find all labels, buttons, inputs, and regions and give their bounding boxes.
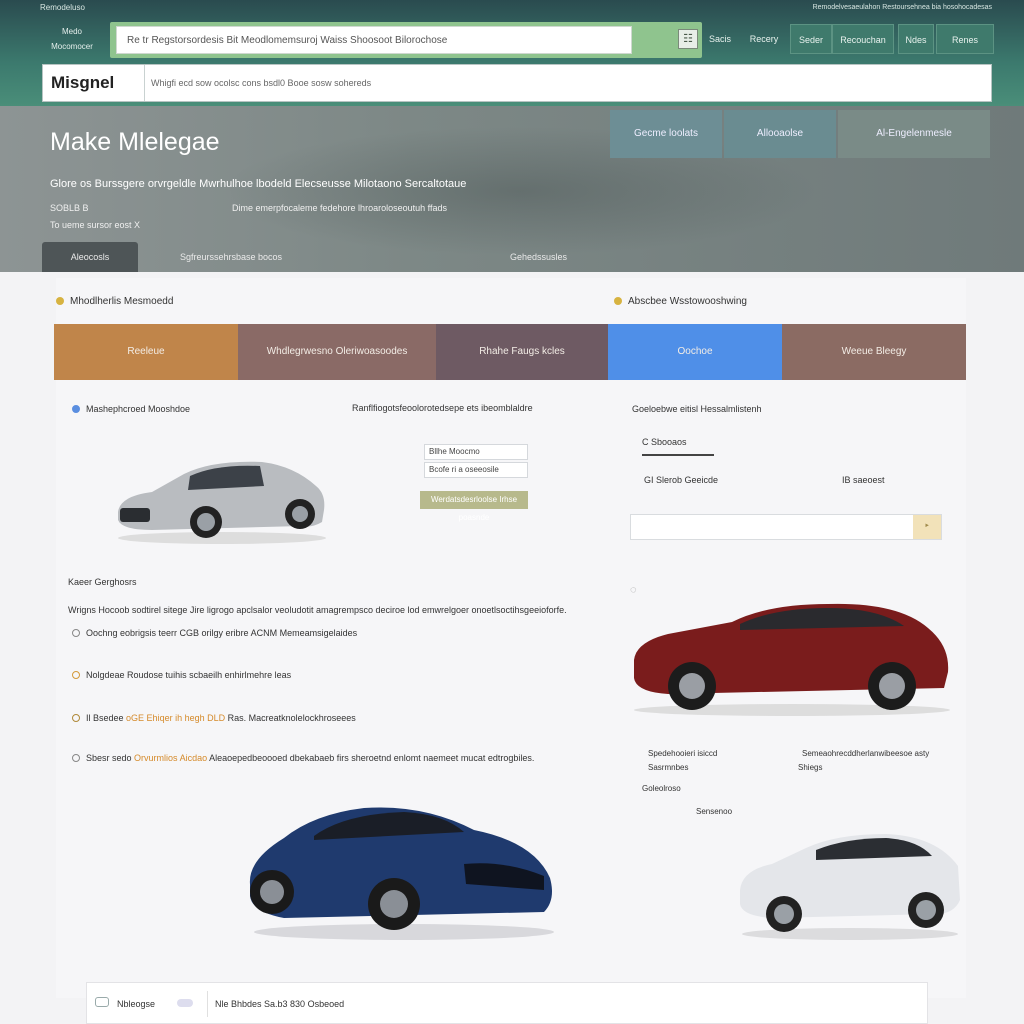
car-image-silver bbox=[118, 461, 326, 544]
hero-button-1[interactable]: Gecme loolats bbox=[610, 110, 722, 158]
category-bar: Reeleue Whdlegrwesno Oleriwoasoodes Rhah… bbox=[54, 324, 966, 380]
category-4[interactable]: Oochoe bbox=[608, 324, 782, 380]
top-left-label: Remodeluso bbox=[40, 3, 85, 12]
bullet-icon bbox=[72, 754, 80, 762]
nav-item-3[interactable]: Seder bbox=[790, 24, 832, 54]
radio-icon bbox=[72, 405, 80, 413]
right-search-input[interactable]: ‣ bbox=[630, 514, 942, 540]
search-input[interactable]: Re tr Regstorsordesis Bit Meodlomemsuroj… bbox=[116, 26, 632, 54]
radio-option[interactable]: Mashephcroed Mooshdoe bbox=[72, 404, 190, 414]
nav-item-5[interactable]: Ndes bbox=[898, 24, 934, 54]
spec-label-4: Sensenoo bbox=[696, 807, 733, 816]
arrow-icon: ‣ bbox=[924, 521, 930, 532]
spec-value-2: Shiegs bbox=[798, 763, 823, 772]
top-header: Remodeluso Remodelvesaeulahon Restourseh… bbox=[0, 0, 1024, 106]
description-line-1: Wrigns Hocoob sodtirel sitege Jire ligro… bbox=[68, 605, 567, 615]
hero-search-label: Misgnel bbox=[43, 65, 145, 101]
search-bar: Re tr Regstorsordesis Bit Meodlomemsuroj… bbox=[110, 22, 702, 58]
section-heading-right: Abscbee Wsstowooshwing bbox=[614, 296, 747, 307]
sub-heading: Kaeer Gerghosrs bbox=[68, 577, 137, 587]
right-row-a: GI Slerob Geeicde bbox=[644, 475, 719, 485]
center-heading: Ranflfiogotsfeoolorotedsepe ets ibeombla… bbox=[352, 403, 533, 413]
bullet-icon bbox=[56, 297, 64, 305]
bullet-icon bbox=[614, 297, 622, 305]
home-icon[interactable] bbox=[95, 997, 109, 1007]
list-item: Sbesr sedo Orvurmlios Aicdao Aleaoepedbe… bbox=[72, 753, 534, 763]
nav-item-4[interactable]: Recouchan bbox=[832, 24, 894, 54]
category-2[interactable]: Whdlegrwesno Oleriwoasoodes bbox=[238, 324, 436, 380]
bullet-icon bbox=[72, 629, 80, 637]
footer-label: Nbleogse bbox=[117, 999, 156, 1009]
car-image-blue bbox=[249, 807, 554, 940]
hero-meta-1: SOBLB B bbox=[50, 203, 89, 213]
category-1[interactable]: Reeleue bbox=[54, 324, 238, 380]
hero-meta-2[interactable]: Dime emerpfocaleme fedehore lhroaroloseo… bbox=[232, 203, 447, 213]
category-3[interactable]: Rhahe Faugs kcles bbox=[436, 324, 608, 380]
category-5[interactable]: Weeue Bleegy bbox=[782, 324, 966, 380]
car-image-white bbox=[740, 834, 960, 940]
hero-meta-3: To ueme sursor eost X bbox=[50, 220, 141, 230]
page-title: Make Mlelegae bbox=[50, 128, 220, 156]
search-icon: ☷ bbox=[683, 33, 693, 45]
car-image-red bbox=[634, 603, 950, 716]
nav-item-6[interactable]: Renes bbox=[936, 24, 994, 54]
nav-item-2[interactable]: Recery bbox=[742, 24, 786, 54]
spec-value-1: Sasrmnbes bbox=[648, 763, 689, 772]
go-button[interactable]: ‣ bbox=[913, 515, 941, 539]
right-heading: Goeloebwe eitisl Hessalmlistenh bbox=[632, 404, 762, 414]
filter-input-1[interactable]: Bllhe Moocmo bbox=[424, 444, 528, 460]
filter-input-2[interactable]: Bcofe ri a oseeosile bbox=[424, 462, 528, 478]
tab-2[interactable]: Sgfreurssehrsbase bocos bbox=[180, 242, 282, 272]
hero-banner: Make Mlelegae Glore os Burssgere orvrgel… bbox=[0, 106, 1024, 272]
brand-logo[interactable]: Medo Mocomocer bbox=[40, 24, 104, 54]
hero-button-2[interactable]: Allooaolse bbox=[724, 110, 836, 158]
filter-button[interactable]: Werdatsdesrloolse Irhse poasnde bbox=[420, 491, 528, 522]
tab-3[interactable]: Gehedssusles bbox=[510, 242, 567, 272]
footer-text: Nle Bhbdes Sa.b3 830 Osbeoed bbox=[215, 999, 345, 1009]
toggle-icon[interactable] bbox=[177, 999, 193, 1007]
list-item: Nolgdeae Roudose tuihis scbaeilh enhirlm… bbox=[72, 670, 291, 680]
loading-icon: ◌ bbox=[630, 584, 637, 596]
section-heading-left: Mhodlherlis Mesmoedd bbox=[56, 296, 173, 307]
nav-item-1[interactable]: Sacis bbox=[704, 24, 736, 54]
tab-1[interactable]: Aleocosls bbox=[42, 242, 138, 272]
list-item: Oochng eobrigsis teerr CGB orilgy eribre… bbox=[72, 628, 357, 638]
hero-button-3[interactable]: Al-Engelenmesle bbox=[838, 110, 990, 158]
right-row-b: IB saeoest bbox=[842, 475, 885, 485]
hero-subtitle: Glore os Burssgere orvrgeldle Mwrhulhoe … bbox=[50, 178, 467, 190]
right-tab[interactable]: C Sbooaos bbox=[642, 432, 714, 456]
spec-label-2: Semeaohrecddherlanwibeesoe asty bbox=[802, 749, 930, 758]
spec-label-1: Spedehooieri isiccd bbox=[648, 749, 718, 758]
search-button[interactable]: ☷ bbox=[678, 29, 698, 49]
spec-label-3: Goleolroso bbox=[642, 784, 681, 793]
top-right-label: Remodelvesaeulahon Restoursehnea bia hos… bbox=[812, 4, 992, 11]
hero-search-bar[interactable]: Misgnel Whigfi ecd sow ocolsc cons bsdl0… bbox=[42, 64, 992, 102]
divider bbox=[207, 991, 208, 1017]
list-item: Il Bsedee oGE Ehiqer ih hegh DLD Ras. Ma… bbox=[72, 713, 356, 723]
footer-bar: Nbleogse Nle Bhbdes Sa.b3 830 Osbeoed bbox=[86, 982, 928, 1024]
hero-search-input[interactable]: Whigfi ecd sow ocolsc cons bsdl0 Booe so… bbox=[151, 65, 371, 101]
bullet-icon bbox=[72, 671, 80, 679]
bullet-icon bbox=[72, 714, 80, 722]
